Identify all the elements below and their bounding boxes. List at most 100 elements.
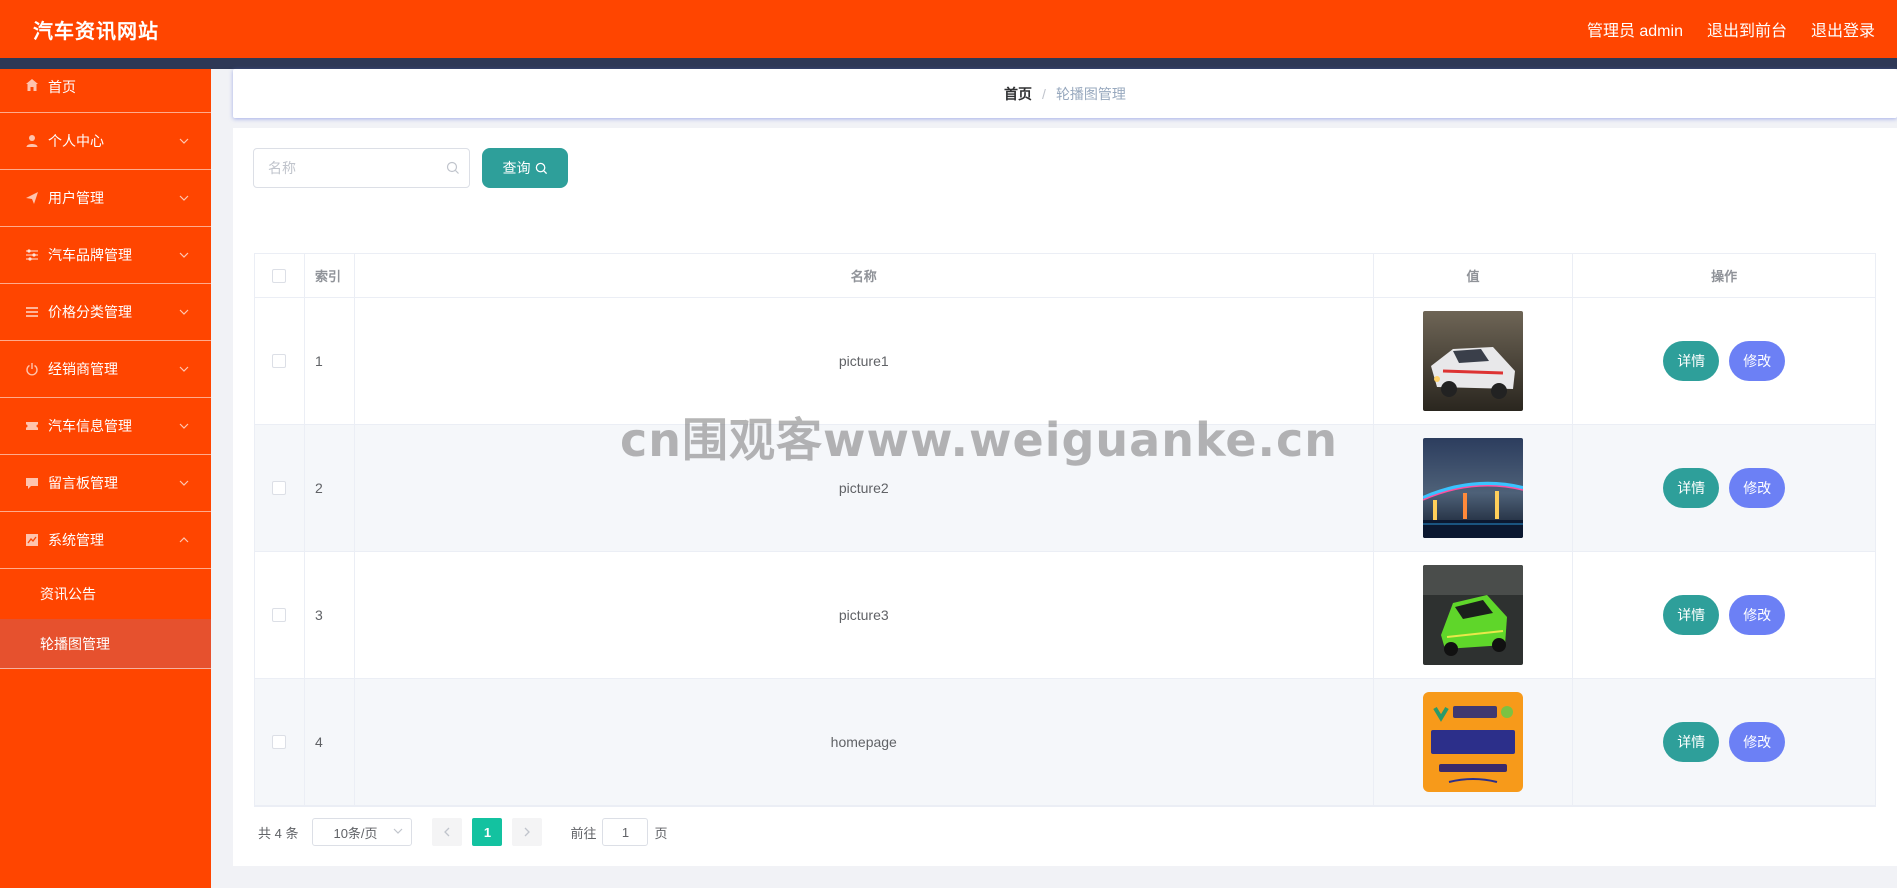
sidebar-item-label: 汽车品牌管理	[48, 247, 132, 263]
column-header-actions: 操作	[1711, 269, 1738, 284]
query-button-label: 查询	[502, 160, 531, 176]
send-icon	[24, 190, 40, 206]
chevron-down-icon	[393, 826, 403, 837]
detail-button[interactable]: 详情	[1663, 341, 1720, 381]
green-car-image	[1423, 565, 1523, 665]
sidebar-item-label: 汽车信息管理	[48, 418, 132, 434]
detail-button[interactable]: 详情	[1663, 595, 1720, 635]
sidebar-item-label: 系统管理	[48, 532, 104, 548]
sidebar-item-label: 留言板管理	[48, 475, 118, 491]
goto-prefix: 前往	[570, 825, 597, 841]
row-value-cell	[1374, 425, 1574, 551]
sidebar: 首页 个人中心 用户管理 汽车品牌管理 价格分类管理 经销商管理 汽车信息管理 …	[0, 69, 211, 888]
detail-button[interactable]: 详情	[1663, 722, 1720, 762]
sidebar-item-home[interactable]: 首页	[0, 69, 211, 113]
row-index: 3	[305, 552, 355, 678]
sidebar-item-label: 个人中心	[48, 133, 104, 149]
sidebar-item-brand-management[interactable]: 汽车品牌管理	[0, 227, 211, 284]
breadcrumb-separator: /	[1042, 85, 1046, 102]
row-actions-cell: 详情 修改	[1573, 552, 1875, 678]
row-checkbox[interactable]	[272, 608, 287, 622]
row-index: 2	[305, 425, 355, 551]
night-bridge-image	[1423, 438, 1523, 538]
goto-suffix: 页	[654, 825, 668, 841]
row-value-cell	[1374, 298, 1574, 424]
breadcrumb-home[interactable]: 首页	[1004, 84, 1032, 104]
java-logo-image	[1423, 692, 1523, 792]
data-table: 索引 名称 值 操作 1 picture1 详情 修改 2 picture2 详…	[254, 253, 1876, 807]
sidebar-item-label: 用户管理	[48, 190, 104, 206]
page-number-button[interactable]: 1	[472, 818, 503, 846]
edit-button[interactable]: 修改	[1729, 722, 1786, 762]
row-actions-cell: 详情 修改	[1573, 298, 1875, 424]
search-input[interactable]	[254, 149, 469, 187]
admin-label: 管理员 admin	[1586, 23, 1683, 40]
sidebar-subitem-carousel-management[interactable]: 轮播图管理	[0, 619, 211, 669]
sidebar-item-label: 首页	[48, 79, 76, 95]
home-icon	[24, 77, 40, 93]
row-checkbox[interactable]	[272, 481, 287, 495]
search-icon	[446, 161, 460, 175]
search-icon	[535, 162, 547, 174]
detail-button[interactable]: 详情	[1663, 468, 1720, 508]
row-checkbox-cell	[255, 298, 305, 424]
row-checkbox[interactable]	[272, 354, 287, 368]
ticket-icon	[24, 418, 40, 434]
edit-button[interactable]: 修改	[1729, 468, 1786, 508]
header-strip	[0, 58, 1897, 69]
top-bar: 汽车资讯网站 管理员 admin 退出到前台 退出登录	[0, 0, 1897, 58]
edit-button[interactable]: 修改	[1729, 341, 1786, 381]
row-index: 1	[305, 298, 355, 424]
to-front-link[interactable]: 退出到前台	[1707, 17, 1787, 41]
row-checkbox-cell	[255, 425, 305, 551]
pagination-bar: 共 4 条 10条/页 1 前往 页	[258, 818, 668, 846]
query-button[interactable]: 查询	[482, 148, 568, 188]
row-name: homepage	[355, 679, 1374, 805]
column-header-value: 值	[1374, 254, 1574, 297]
chevron-down-icon	[179, 363, 189, 375]
sidebar-subitem-news-notice[interactable]: 资讯公告	[0, 569, 211, 619]
table-row: 3 picture3 详情 修改	[255, 552, 1875, 679]
table-row: 4 homepage 详情 修改	[255, 679, 1875, 806]
table-header-row: 索引 名称 值 操作	[255, 254, 1875, 298]
sidebar-item-user-management[interactable]: 用户管理	[0, 170, 211, 227]
select-all-checkbox[interactable]	[272, 268, 287, 283]
sliders-icon	[24, 247, 40, 263]
chevron-down-icon	[179, 135, 189, 147]
chevron-down-icon	[179, 420, 189, 432]
goto-page-input[interactable]	[602, 818, 649, 846]
row-checkbox[interactable]	[272, 735, 287, 749]
row-actions-cell: 详情 修改	[1573, 425, 1875, 551]
column-header-index: 索引	[305, 254, 355, 297]
sidebar-item-dealer-management[interactable]: 经销商管理	[0, 341, 211, 398]
chevron-down-icon	[179, 249, 189, 261]
breadcrumb-current: 轮播图管理	[1055, 85, 1126, 102]
breadcrumb: 首页 / 轮播图管理	[233, 69, 1897, 118]
next-page-button[interactable]	[512, 818, 543, 846]
sidebar-item-system-management[interactable]: 系统管理	[0, 512, 211, 569]
logout-link[interactable]: 退出登录	[1811, 17, 1875, 41]
row-value-cell	[1374, 679, 1574, 805]
page-size-value: 10条/页	[333, 825, 378, 841]
prev-page-button[interactable]	[432, 818, 463, 846]
chart-icon	[24, 532, 40, 548]
sidebar-item-message-board[interactable]: 留言板管理	[0, 455, 211, 512]
sidebar-item-personal-center[interactable]: 个人中心	[0, 113, 211, 170]
row-name: picture1	[355, 298, 1374, 424]
chevron-down-icon	[179, 477, 189, 489]
header-checkbox-cell	[255, 254, 305, 297]
sidebar-item-label: 价格分类管理	[48, 304, 132, 320]
chevron-right-icon	[525, 827, 531, 837]
page-size-select[interactable]: 10条/页	[312, 818, 413, 846]
row-actions-cell: 详情 修改	[1573, 679, 1875, 805]
sidebar-item-price-category[interactable]: 价格分类管理	[0, 284, 211, 341]
row-name: picture2	[355, 425, 1374, 551]
chevron-down-icon	[179, 192, 189, 204]
search-box	[253, 148, 470, 188]
table-row: 1 picture1 详情 修改	[255, 298, 1875, 425]
row-checkbox-cell	[255, 552, 305, 678]
sidebar-item-car-info[interactable]: 汽车信息管理	[0, 398, 211, 455]
edit-button[interactable]: 修改	[1729, 595, 1786, 635]
chevron-down-icon	[179, 306, 189, 318]
column-header-name: 名称	[355, 254, 1374, 297]
